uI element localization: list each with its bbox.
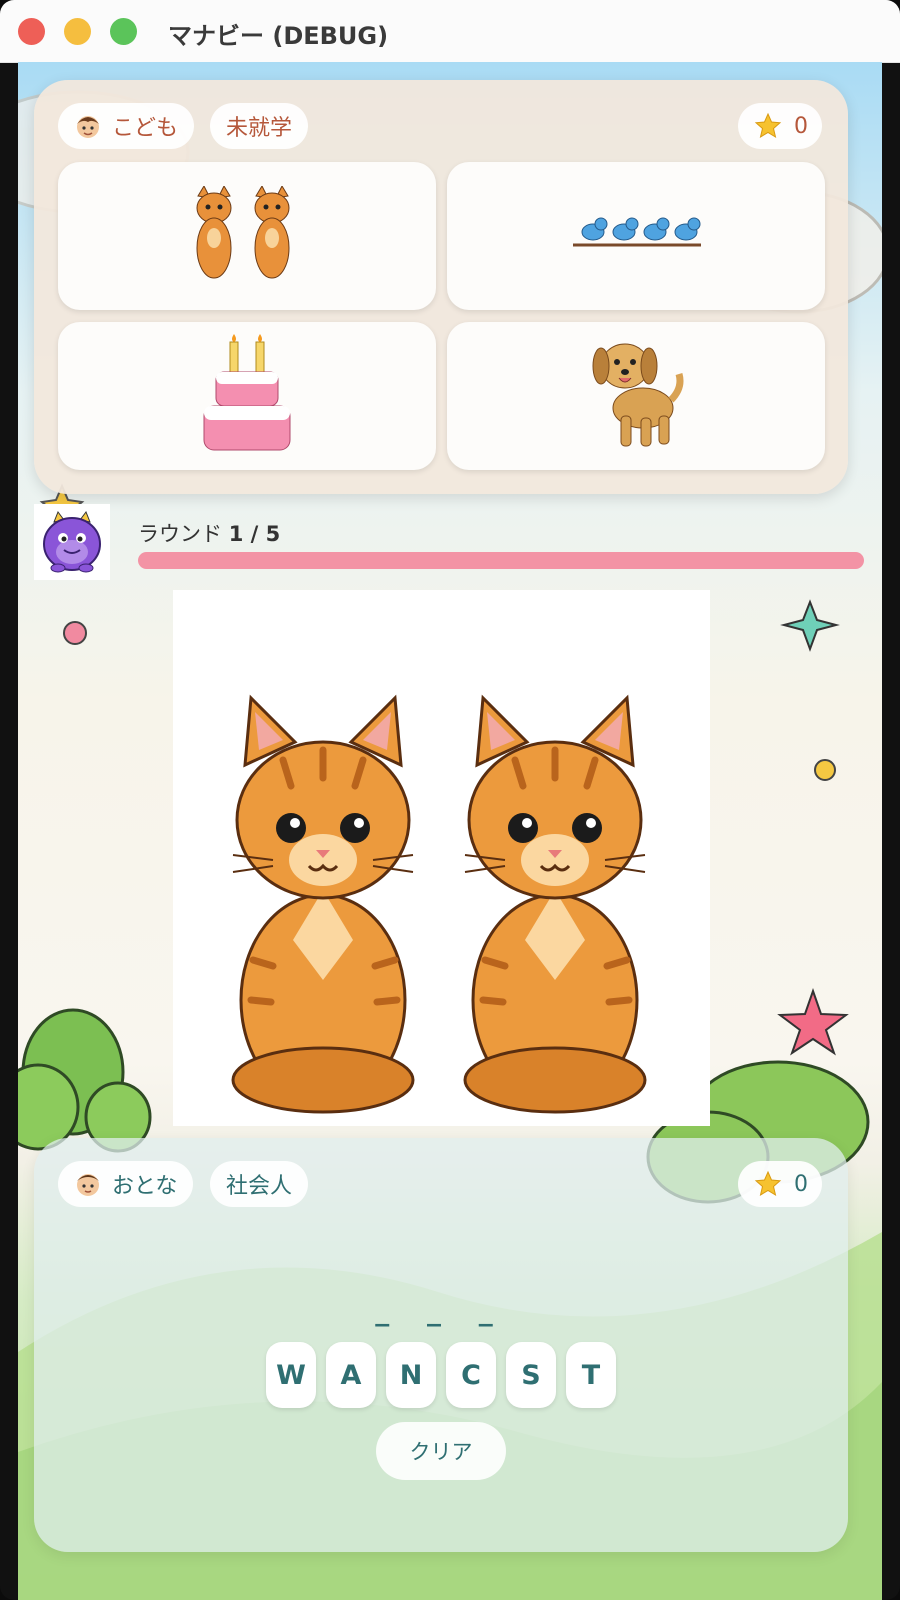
answer-option-cats[interactable] <box>58 162 436 310</box>
minimize-window-button[interactable] <box>64 18 91 45</box>
dog-icon <box>592 343 684 447</box>
answer-option-birds[interactable] <box>447 162 825 310</box>
adult-player-panel: おとな 社会人 0 _ _ _ W A N C S T クリア <box>34 1138 848 1552</box>
window-title: マナビー (DEBUG) <box>168 22 389 50</box>
letter-tile-c[interactable]: C <box>446 1342 496 1408</box>
adult-star-count: 0 <box>794 1171 808 1197</box>
adult-level-chip: 社会人 <box>210 1161 309 1207</box>
cake-icon <box>203 334 291 451</box>
game-screen: こども 未就学 0 ラウンド 1 / 5 おとな 社会人 0 _ _ _ W A… <box>18 62 882 1600</box>
child-player-panel: こども 未就学 0 <box>34 80 848 494</box>
clear-button[interactable]: クリア <box>376 1422 506 1480</box>
child-player-name: こども <box>112 116 179 141</box>
birds-icon <box>573 217 701 247</box>
round-value: 1 / 5 <box>228 522 281 546</box>
letter-tiles: W A N C S T <box>266 1342 616 1408</box>
close-window-button[interactable] <box>18 18 45 45</box>
title-bar: マナビー (DEBUG) <box>0 0 900 63</box>
letter-tile-w[interactable]: W <box>266 1342 316 1408</box>
cats-icon <box>196 186 290 279</box>
boy-face-icon <box>77 116 99 138</box>
child-player-chip: こども <box>58 103 195 149</box>
child-level-label: 未就学 <box>226 116 293 141</box>
adult-player-chip: おとな <box>58 1161 194 1207</box>
purple-monster-icon <box>43 510 101 573</box>
adult-level-label: 社会人 <box>226 1174 293 1199</box>
child-level-chip: 未就学 <box>210 103 309 149</box>
app-window: マナビー (DEBUG) こども 未就学 0 ラウンド 1 / 5 おとな 社会… <box>0 0 900 1600</box>
question-picture <box>173 590 710 1126</box>
maximize-window-button[interactable] <box>110 18 137 45</box>
star-icon <box>754 1170 782 1197</box>
man-face-icon <box>77 1174 99 1196</box>
answer-slots: _ _ _ <box>375 1294 507 1327</box>
letter-tile-a[interactable]: A <box>326 1342 376 1408</box>
star-icon <box>754 112 782 139</box>
round-indicator: ラウンド 1 / 5 <box>138 518 280 548</box>
round-progress-bar <box>138 552 864 569</box>
round-label: ラウンド <box>138 522 222 546</box>
letter-tile-s[interactable]: S <box>506 1342 556 1408</box>
monster-mascot <box>34 504 110 580</box>
two-cats-icon <box>173 590 710 1126</box>
letter-tile-n[interactable]: N <box>386 1342 436 1408</box>
adult-player-name: おとな <box>112 1174 178 1199</box>
round-status: ラウンド 1 / 5 <box>34 504 864 580</box>
letter-tile-t[interactable]: T <box>566 1342 616 1408</box>
answer-option-cake[interactable] <box>58 322 436 470</box>
child-star-score: 0 <box>738 103 822 149</box>
answer-option-dog[interactable] <box>447 322 825 470</box>
child-star-count: 0 <box>794 113 808 139</box>
adult-star-score: 0 <box>738 1161 822 1207</box>
